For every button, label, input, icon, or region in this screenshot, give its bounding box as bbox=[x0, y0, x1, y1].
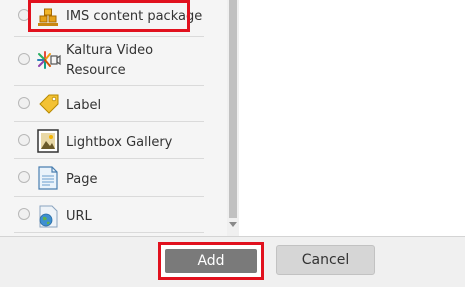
lightbox-gallery-icon bbox=[37, 129, 59, 153]
radio-ims-content-package[interactable] bbox=[18, 9, 30, 21]
add-button-highlight: Add bbox=[158, 242, 264, 280]
cancel-button[interactable]: Cancel bbox=[276, 245, 375, 275]
scroll-down-arrow-icon[interactable] bbox=[229, 222, 237, 227]
list-item[interactable]: Lightbox Gallery bbox=[0, 122, 227, 158]
list-item[interactable]: Label bbox=[0, 86, 227, 122]
activity-label: URL bbox=[66, 209, 92, 224]
list-scrollbar[interactable] bbox=[227, 0, 239, 236]
label-tag-icon bbox=[37, 92, 59, 114]
list-item[interactable]: IMS content package bbox=[0, 0, 227, 32]
scrollbar-thumb[interactable] bbox=[229, 0, 237, 218]
radio-url[interactable] bbox=[18, 208, 30, 220]
page-icon bbox=[37, 166, 59, 190]
activity-label: Lightbox Gallery bbox=[66, 135, 173, 150]
activity-label: Label bbox=[66, 98, 102, 113]
activity-label: Page bbox=[66, 172, 98, 187]
activity-label-line2: Resource bbox=[66, 63, 126, 78]
radio-label[interactable] bbox=[18, 97, 30, 109]
activity-label: IMS content package bbox=[66, 9, 203, 24]
add-button[interactable]: Add bbox=[165, 249, 257, 273]
activity-label-line1: Kaltura Video bbox=[66, 43, 154, 58]
radio-kaltura-video-resource[interactable] bbox=[18, 53, 30, 65]
ims-package-icon bbox=[37, 6, 59, 28]
divider bbox=[14, 232, 204, 233]
activity-description-pane bbox=[239, 0, 465, 236]
radio-page[interactable] bbox=[18, 171, 30, 183]
dialog-footer: Add Cancel bbox=[0, 236, 465, 287]
list-item[interactable]: Kaltura Video Resource bbox=[0, 37, 227, 85]
url-globe-icon bbox=[37, 204, 59, 228]
radio-lightbox-gallery[interactable] bbox=[18, 134, 30, 146]
list-item[interactable]: URL bbox=[0, 197, 227, 233]
kaltura-video-icon bbox=[37, 49, 61, 71]
list-item[interactable]: Page bbox=[0, 159, 227, 195]
activity-chooser-list: IMS content package Kaltura Video Resour… bbox=[0, 0, 227, 236]
